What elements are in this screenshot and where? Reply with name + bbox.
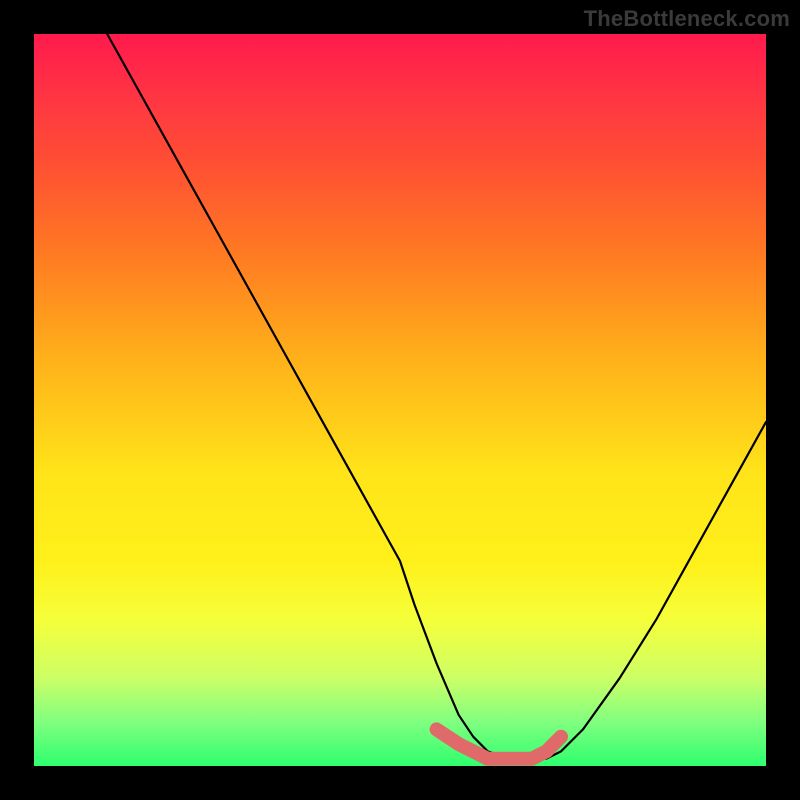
plot-area [34, 34, 766, 766]
valley-highlight [437, 729, 561, 758]
bottleneck-curve [107, 34, 766, 759]
watermark-text: TheBottleneck.com [584, 6, 790, 32]
curve-overlay [34, 34, 766, 766]
chart-frame: TheBottleneck.com [0, 0, 800, 800]
